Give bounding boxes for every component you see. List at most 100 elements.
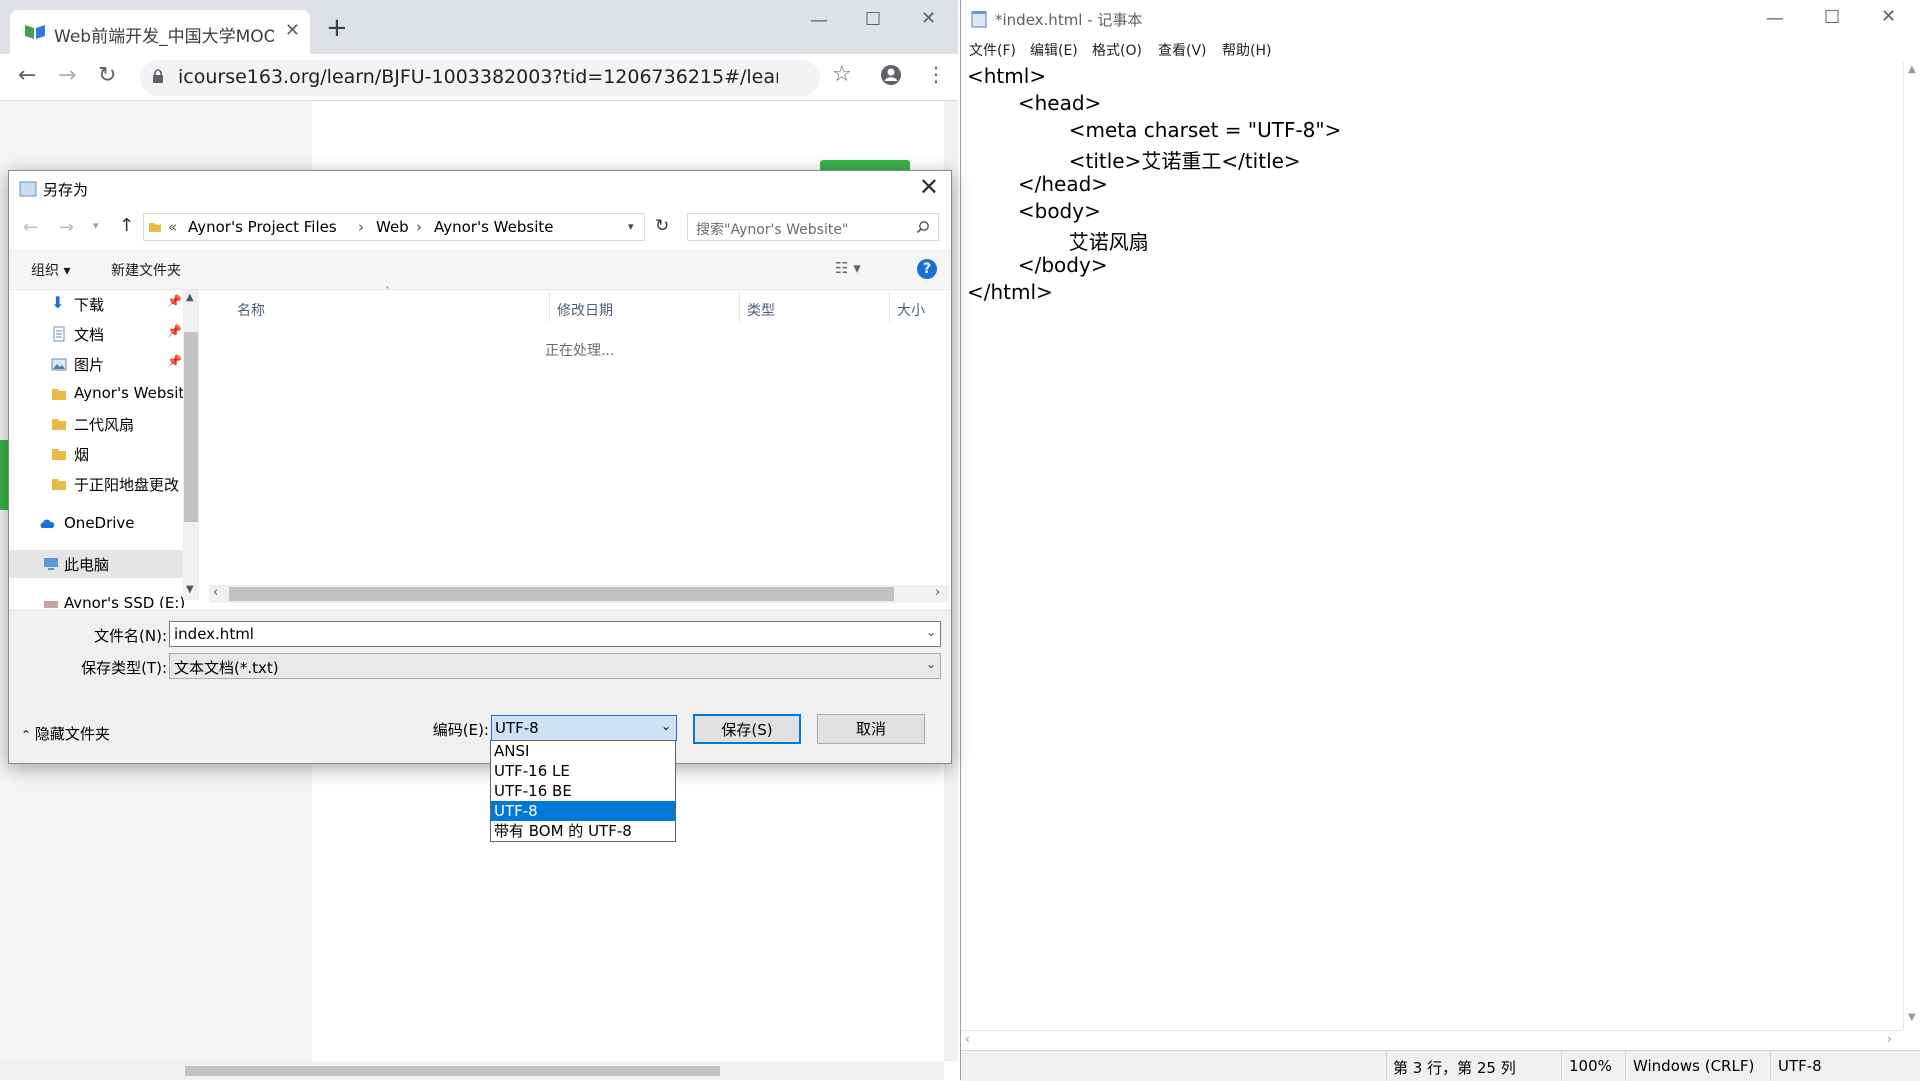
scroll-right-icon[interactable]: › [1887, 1032, 1892, 1046]
scroll-down-icon[interactable]: ▼ [1908, 1012, 1916, 1023]
refresh-icon[interactable]: ↻ [655, 216, 669, 236]
page-horizontal-scrollbar[interactable] [0, 1062, 944, 1080]
new-folder-button[interactable]: 新建文件夹 [111, 260, 181, 280]
breadcrumb-website[interactable]: Aynor's Website [434, 218, 553, 236]
encoding-option-utf16le[interactable]: UTF-16 LE [491, 761, 675, 781]
menu-file[interactable]: 文件(F) [969, 40, 1016, 60]
sidebar-item-label: 烟 [74, 446, 90, 464]
column-divider[interactable] [549, 292, 550, 322]
recent-locations-icon[interactable]: ▾ [93, 219, 99, 232]
file-list-scrollbar-thumb[interactable] [229, 587, 894, 601]
encoding-option-ansi[interactable]: ANSI [491, 741, 675, 761]
browser-tab[interactable]: Web前端开发_中国大学MOOC( ✕ [10, 10, 310, 54]
breadcrumb-overflow[interactable]: « [168, 218, 177, 236]
tab-close-icon[interactable]: ✕ [285, 20, 300, 41]
reload-icon[interactable]: ↻ [98, 64, 116, 88]
scroll-down-icon[interactable]: ▼ [186, 584, 194, 595]
sidebar-item-pictures[interactable]: 图片 📌 [9, 350, 183, 378]
sidebar-item-fan-v2[interactable]: 二代风扇 [9, 410, 183, 438]
column-header-type[interactable]: 类型 [747, 300, 775, 320]
back-arrow-icon[interactable]: ← [18, 64, 36, 88]
bookmark-star-icon[interactable]: ☆ [832, 62, 852, 87]
encoding-option-utf8[interactable]: UTF-8 [491, 801, 675, 821]
encoding-dropdown-icon[interactable]: ⌄ [661, 719, 671, 733]
picture-icon [51, 358, 67, 371]
scroll-right-icon[interactable]: › [935, 585, 940, 600]
scroll-left-icon[interactable]: ‹ [213, 585, 218, 600]
search-icon[interactable] [916, 220, 930, 234]
encoding-option-utf8-bom[interactable]: 带有 BOM 的 UTF-8 [491, 821, 675, 841]
sidebar-item-ssd[interactable]: Aynor's SSD (E:) [9, 590, 185, 608]
filetype-label: 保存类型(T): [81, 659, 167, 677]
folder-icon [52, 389, 66, 400]
scroll-left-icon[interactable]: ‹ [965, 1032, 970, 1046]
file-list-horizontal-scrollbar[interactable]: ‹ › [209, 585, 949, 603]
notepad-maximize-icon[interactable]: ☐ [1824, 7, 1840, 28]
up-folder-icon[interactable]: ↑ [119, 215, 134, 236]
save-button[interactable]: 保存(S) [693, 714, 801, 744]
sidebar-item-smoke[interactable]: 烟 [9, 440, 183, 468]
help-icon[interactable]: ? [917, 259, 937, 279]
notepad-horizontal-scrollbar[interactable]: ‹ › [961, 1030, 1903, 1049]
dialog-back-icon[interactable]: ← [23, 217, 38, 238]
sidebar-item-documents[interactable]: 文档 📌 [9, 320, 183, 348]
notepad-text-area[interactable]: <html> <head> <meta charset = "UTF-8"> <… [961, 62, 1903, 1032]
navigation-pane-scrollbar-thumb[interactable] [184, 332, 198, 522]
notepad-vertical-scrollbar[interactable]: ▲ ▼ [1903, 62, 1920, 1030]
menu-view[interactable]: 查看(V) [1158, 40, 1207, 60]
scroll-up-icon[interactable]: ▲ [1908, 64, 1916, 75]
sidebar-item-downloads[interactable]: ⬇ 下载 📌 [9, 290, 183, 318]
dialog-address-bar[interactable]: « Aynor's Project Files › Web › Aynor's … [143, 213, 645, 241]
breadcrumb-project-files[interactable]: Aynor's Project Files [188, 218, 337, 236]
sort-indicator-icon: ˄ [385, 286, 390, 297]
filename-input[interactable]: index.html ⌄ [169, 621, 941, 647]
window-close-icon[interactable]: ✕ [921, 8, 936, 29]
maximize-icon[interactable]: ☐ [865, 9, 881, 30]
navigation-pane-scrollbar[interactable]: ▲ ▼ [183, 290, 199, 600]
column-divider[interactable] [739, 292, 740, 322]
column-header-name[interactable]: 名称 [237, 300, 265, 320]
hide-folders-button[interactable]: ⌃ 隐藏文件夹 [21, 723, 110, 744]
notepad-close-icon[interactable]: ✕ [1881, 6, 1896, 27]
filetype-select[interactable]: 文本文档(*.txt) ⌄ [169, 653, 941, 679]
notepad-minimize-icon[interactable]: — [1766, 8, 1784, 29]
filetype-dropdown-icon[interactable]: ⌄ [926, 657, 936, 671]
page-horizontal-scrollbar-thumb[interactable] [185, 1066, 720, 1076]
sidebar-item-onedrive[interactable]: OneDrive [9, 510, 183, 538]
forward-arrow-icon[interactable]: → [58, 64, 76, 88]
cancel-button[interactable]: 取消 [817, 714, 925, 744]
column-header-size[interactable]: 大小 [897, 300, 925, 320]
dialog-search-input[interactable]: 搜索"Aynor's Website" [687, 213, 939, 241]
address-dropdown-icon[interactable]: ▾ [628, 220, 634, 233]
sidebar-item-aynors-website[interactable]: Aynor's Websit [9, 380, 184, 408]
organize-button[interactable]: 组织 ▾ [31, 260, 70, 280]
breadcrumb-web[interactable]: Web [376, 218, 409, 236]
menu-kebab-icon[interactable]: ⋮ [926, 62, 946, 86]
dialog-close-icon[interactable]: ✕ [919, 173, 939, 201]
encoding-option-utf16be[interactable]: UTF-16 BE [491, 781, 675, 801]
breadcrumb-separator[interactable]: › [416, 218, 422, 236]
column-header-modified[interactable]: 修改日期 [557, 300, 613, 320]
sidebar-item-site-changes[interactable]: 于正阳地盘更改 [9, 470, 183, 498]
minimize-icon[interactable]: — [810, 10, 828, 31]
folder-icon [52, 479, 66, 490]
scroll-up-icon[interactable]: ▲ [186, 292, 194, 303]
address-folder-icon [149, 223, 161, 232]
encoding-select[interactable]: UTF-8 ⌄ [491, 715, 677, 741]
file-list[interactable]: ˄ 名称 修改日期 类型 大小 正在处理... [209, 286, 949, 602]
dialog-forward-icon[interactable]: → [59, 217, 74, 238]
view-options-icon[interactable]: ☷ ▾ [835, 259, 861, 277]
profile-avatar-icon[interactable] [880, 64, 902, 86]
breadcrumb-separator[interactable]: › [358, 218, 364, 236]
filename-dropdown-icon[interactable]: ⌄ [926, 625, 936, 639]
code-line-5: </head> [967, 172, 1109, 196]
folder-icon [52, 419, 66, 430]
sidebar-item-this-pc[interactable]: 此电脑 [9, 550, 183, 578]
address-bar[interactable]: icourse163.org/learn/BJFU-1003382003?tid… [140, 60, 820, 96]
menu-edit[interactable]: 编辑(E) [1030, 40, 1078, 60]
new-tab-icon[interactable]: + [326, 15, 348, 41]
filename-value: index.html [174, 625, 254, 643]
menu-format[interactable]: 格式(O) [1092, 40, 1142, 60]
menu-help[interactable]: 帮助(H) [1222, 40, 1271, 60]
column-divider[interactable] [889, 292, 890, 322]
